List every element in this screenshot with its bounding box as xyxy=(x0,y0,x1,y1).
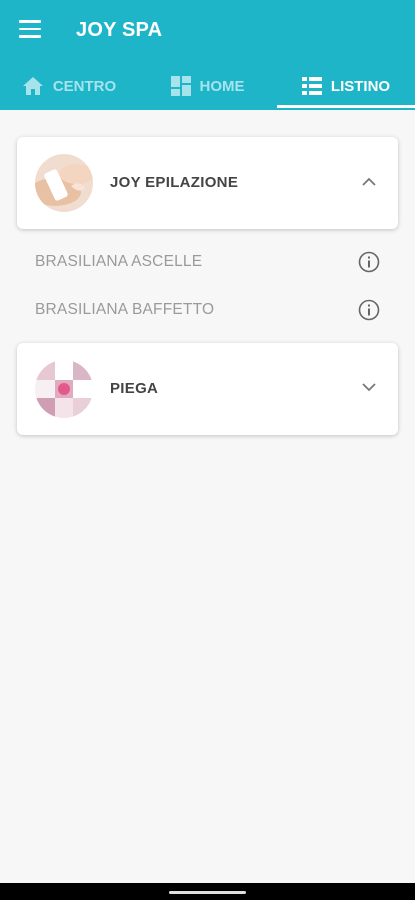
category-title: PIEGA xyxy=(110,380,159,397)
system-nav-bar xyxy=(0,883,415,900)
menu-icon[interactable] xyxy=(19,20,41,38)
item-label: BRASILIANA ASCELLE xyxy=(35,253,203,270)
tab-label: HOME xyxy=(199,77,245,95)
list-item[interactable]: BRASILIANA ASCELLE xyxy=(0,238,415,286)
tab-home[interactable]: HOME xyxy=(138,62,277,110)
tab-label: LISTINO xyxy=(330,77,391,95)
category-card-joy-epilazione[interactable]: JOY EPILAZIONE xyxy=(17,137,398,229)
list-icon xyxy=(301,77,322,95)
tab-listino[interactable]: LISTINO xyxy=(277,62,415,110)
info-icon[interactable] xyxy=(358,251,380,273)
tab-label: CENTRO xyxy=(52,77,117,95)
category-card-piega[interactable]: PIEGA xyxy=(17,343,398,435)
tab-indicator xyxy=(277,105,415,108)
app-title: JOY SPA xyxy=(76,19,163,41)
chevron-down-icon[interactable] xyxy=(362,383,376,392)
list-item[interactable]: BRASILIANA BAFFETTO xyxy=(0,286,415,334)
chevron-up-icon[interactable] xyxy=(362,177,376,186)
category-title: JOY EPILAZIONE xyxy=(110,174,239,191)
app-bar: JOY SPA CENTRO HOME LISTINO xyxy=(0,0,415,110)
home-gesture-handle[interactable] xyxy=(169,891,246,894)
dashboard-icon xyxy=(170,76,191,96)
waxing-photo xyxy=(35,154,93,212)
home-icon xyxy=(22,77,43,95)
info-icon[interactable] xyxy=(358,299,380,321)
tab-centro[interactable]: CENTRO xyxy=(0,62,138,110)
tab-bar: CENTRO HOME LISTINO xyxy=(0,62,415,110)
item-label: BRASILIANA BAFFETTO xyxy=(35,301,215,318)
hair-collage-photo xyxy=(35,360,93,418)
